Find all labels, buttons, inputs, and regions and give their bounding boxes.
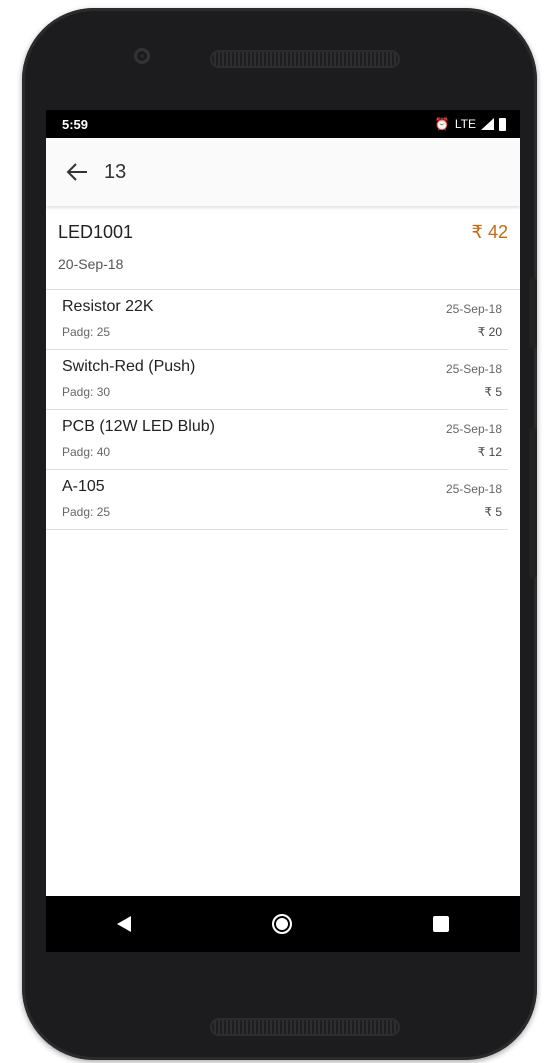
item-price: ₹ 5 [484,505,502,519]
item-padg: Padg: 25 [62,505,111,519]
item-date: 25-Sep-18 [445,362,502,376]
order-date: 20-Sep-18 [58,256,124,272]
battery-icon [499,117,506,131]
item-padg: Padg: 30 [62,385,111,399]
item-price: ₹ 5 [484,385,502,399]
nav-home-icon[interactable] [271,914,292,934]
front-camera [134,48,150,64]
item-date: 25-Sep-18 [445,302,502,316]
item-name: Resistor 22K [62,298,154,315]
status-bar: 5:59 ⏰ LTE [46,110,520,138]
power-button [529,428,537,578]
item-price: ₹ 12 [477,445,502,459]
item-padg: Padg: 25 [62,325,111,339]
order-header: LED1001 20-Sep-18 ₹ 42 [46,210,520,290]
item-date: 25-Sep-18 [445,422,502,436]
list-item[interactable]: PCB (12W LED Blub) Padg: 40 25-Sep-18 ₹ … [46,410,508,470]
order-total: ₹ 42 [471,222,508,242]
screen: 5:59 ⏰ LTE 13 LED1001 20-Sep-18 ₹ 42 Res… [46,110,520,952]
item-name: A-105 [62,478,105,495]
navigation-bar [46,896,520,952]
network-label: LTE [454,117,476,131]
status-time: 5:59 [62,116,89,132]
top-speaker [210,50,400,68]
list-item[interactable]: Resistor 22K Padg: 25 25-Sep-18 ₹ 20 [46,290,508,350]
volume-button [529,278,537,348]
nav-back-icon[interactable] [116,916,131,932]
item-padg: Padg: 40 [62,445,111,459]
item-list: Resistor 22K Padg: 25 25-Sep-18 ₹ 20 Swi… [46,290,520,530]
item-date: 25-Sep-18 [445,482,502,496]
arrow-left-icon-svg [66,163,87,181]
order-code: LED1001 [58,222,134,242]
status-icons: ⏰ LTE [435,117,506,131]
page-title: 13 [104,160,127,183]
item-name: Switch-Red (Push) [62,358,196,375]
item-name: PCB (12W LED Blub) [62,418,215,435]
list-item[interactable]: Switch-Red (Push) Padg: 30 25-Sep-18 ₹ 5 [46,350,508,410]
arrow-left-icon[interactable] [60,155,94,189]
app-bar: 13 [46,138,520,206]
list-item[interactable]: A-105 Padg: 25 25-Sep-18 ₹ 5 [46,470,508,530]
bottom-speaker [210,1018,400,1036]
nav-recents-icon[interactable] [433,916,450,932]
alarm-icon: ⏰ [434,117,450,131]
item-price: ₹ 20 [477,325,502,339]
signal-icon [481,118,494,130]
